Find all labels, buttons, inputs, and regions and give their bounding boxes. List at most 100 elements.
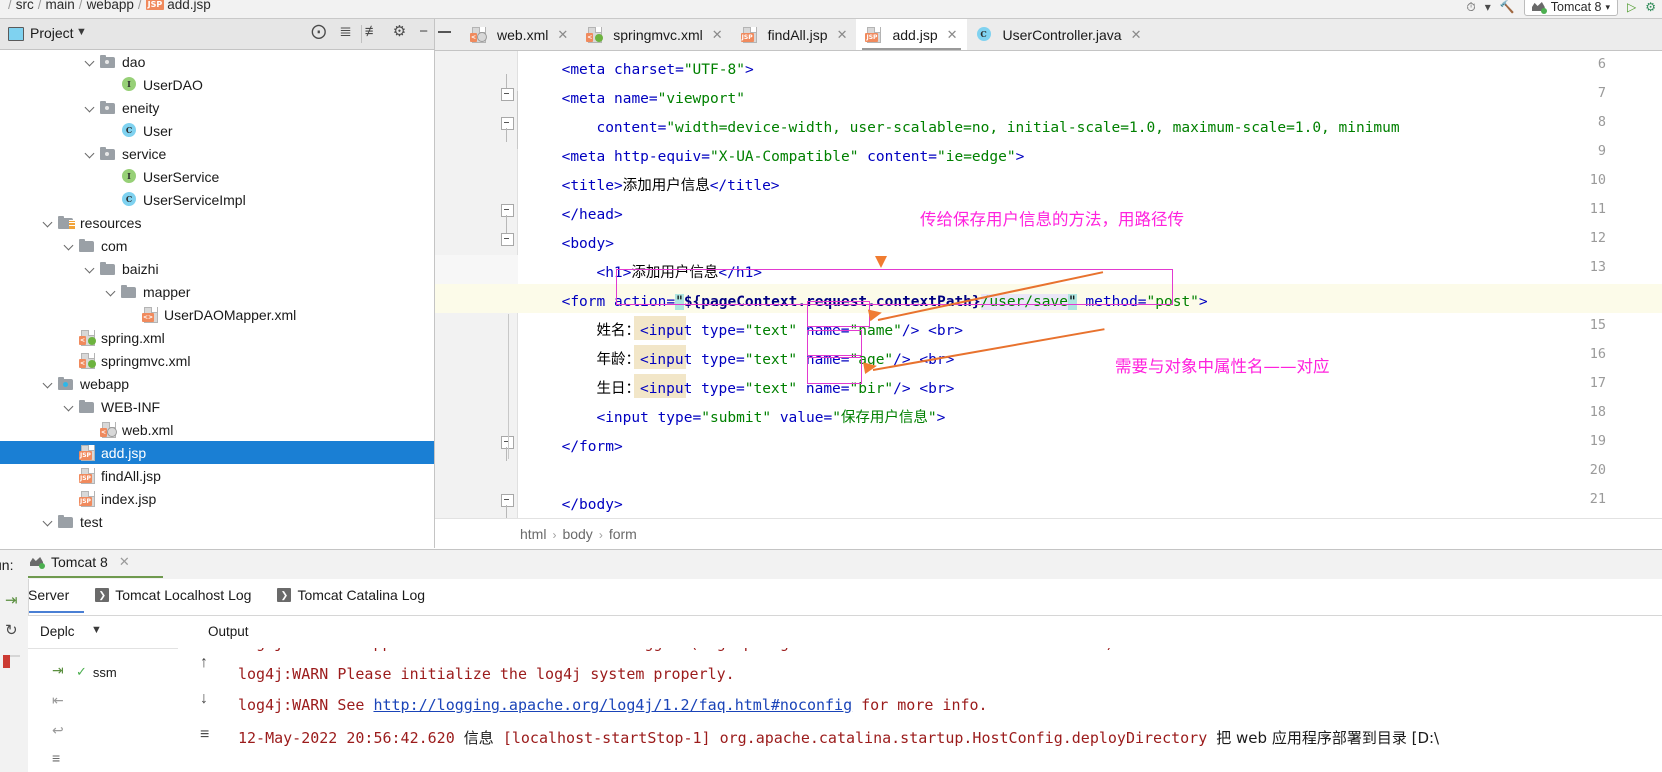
code-fold-toggle[interactable] (501, 74, 514, 101)
tree-item[interactable]: dao (0, 50, 434, 73)
build-icon[interactable]: 🔨 (1500, 0, 1515, 14)
code-line[interactable]: <meta charset="UTF-8"> (562, 56, 754, 85)
code-fold-toggle[interactable] (501, 494, 514, 518)
stop-icon[interactable] (3, 655, 10, 668)
vcs-update-icon[interactable]: ⏱ (1466, 0, 1475, 15)
deploy-run-icon[interactable]: ⇥ (52, 662, 64, 679)
breadcrumb-item[interactable]: webapp (87, 0, 134, 12)
code-fold-toggle[interactable] (501, 204, 514, 229)
breadcrumb-item[interactable]: src (16, 0, 34, 12)
editor-breadcrumb-item[interactable]: html (520, 526, 546, 542)
run-subtab[interactable]: Server (28, 587, 69, 603)
code-line[interactable]: <meta http-equiv="X-UA-Compatible" conte… (562, 143, 1025, 172)
code-line[interactable]: <body> (562, 230, 614, 259)
tree-item[interactable]: webapp (0, 372, 434, 395)
run-tab-tomcat[interactable]: Tomcat 8 ✕ (30, 554, 130, 570)
chevron-down-icon[interactable] (84, 55, 97, 68)
code-line[interactable]: <meta name="viewport" (562, 85, 745, 114)
settings-gear-icon[interactable]: ⚙ (393, 24, 406, 39)
editor-breadcrumb-item[interactable]: body (562, 526, 592, 542)
tree-item[interactable]: C User (0, 119, 434, 142)
tree-item[interactable]: C UserServiceImpl (0, 188, 434, 211)
tree-item[interactable]: mapper (0, 280, 434, 303)
chevron-down-icon[interactable] (42, 216, 55, 229)
code-line[interactable]: 年龄：<input type="text" name="age"/> <br> (596, 346, 954, 375)
code-line[interactable]: <title>添加用户信息</title> (562, 172, 780, 201)
chevron-down-icon[interactable]: ▾ (1485, 0, 1491, 14)
close-tab-icon[interactable]: ✕ (712, 27, 723, 43)
breadcrumb-item[interactable]: add.jsp (167, 0, 211, 12)
tree-item[interactable]: < spring.xml (0, 326, 434, 349)
editor-tab-active[interactable]: JSP add.jsp ✕ (856, 19, 967, 50)
restart-icon[interactable]: ↻ (5, 621, 18, 639)
code-line[interactable]: content="width=device-width, user-scalab… (596, 114, 1399, 143)
run-configuration-selector[interactable]: Tomcat 8 ▾ (1523, 0, 1618, 16)
code-line[interactable]: </body> (562, 491, 623, 518)
editor-breadcrumb[interactable]: html › body › form (520, 526, 637, 542)
code-line[interactable]: </head> (562, 201, 623, 230)
code-editor[interactable]: 678910111213141516171819202122 <meta cha… (435, 51, 1662, 518)
code-line[interactable]: <input type="submit" value="保存用户信息"> (596, 404, 945, 433)
collapse-all-icon[interactable]: ≢ (365, 24, 380, 39)
tree-item[interactable]: baizhi (0, 257, 434, 280)
tree-item[interactable]: test (0, 510, 434, 533)
deploy-back-icon[interactable]: ⇤ (52, 692, 64, 709)
tree-item[interactable]: <> UserDAOMapper.xml (0, 303, 434, 326)
tree-item[interactable]: I UserService (0, 165, 434, 188)
run-subtab[interactable]: ❯ Tomcat Localhost Log (95, 587, 251, 603)
console-output[interactable]: log4j:WARN No appenders could be found f… (238, 648, 1662, 772)
code-line[interactable]: 生日：<input type="text" name="bir"/> <br> (596, 375, 954, 404)
debug-icon[interactable]: ⚙ (1645, 0, 1656, 14)
hide-editor-icon[interactable] (438, 31, 451, 33)
code-fold-toggle[interactable] (501, 436, 514, 461)
chevron-down-icon[interactable] (42, 515, 55, 528)
close-icon[interactable]: ✕ (119, 554, 130, 570)
chevron-down-icon[interactable] (84, 147, 97, 160)
code-fold-toggle[interactable] (501, 117, 514, 142)
scroll-down-icon[interactable]: ↓ (200, 690, 208, 708)
breadcrumb-item[interactable]: main (46, 0, 75, 12)
editor-tab[interactable]: C UserController.java ✕ (967, 19, 1151, 50)
tree-item[interactable]: JSP findAll.jsp (0, 464, 434, 487)
chevron-down-icon[interactable] (84, 262, 97, 275)
code-line[interactable]: 姓名：<input type="text" name="name"/> <br> (596, 317, 963, 346)
chevron-down-icon[interactable] (84, 101, 97, 114)
run-icon[interactable]: ▷ (1627, 0, 1636, 14)
chevron-down-icon[interactable]: ▼ (91, 624, 102, 636)
tree-item[interactable]: I UserDAO (0, 73, 434, 96)
chevron-down-icon[interactable] (105, 285, 118, 298)
close-tab-icon[interactable]: ✕ (557, 27, 568, 43)
editor-tab[interactable]: < web.xml ✕ (461, 19, 577, 50)
hide-panel-icon[interactable]: − (419, 24, 428, 39)
rerun-icon[interactable]: ⇥ (5, 591, 18, 609)
tree-item[interactable]: < springmvc.xml (0, 349, 434, 372)
tree-item[interactable]: WEB-INF (0, 395, 434, 418)
code-fold-toggle[interactable] (501, 219, 514, 246)
expand-all-icon[interactable]: ≣ (339, 24, 352, 39)
scroll-up-icon[interactable]: ↑ (200, 654, 208, 672)
close-tab-icon[interactable]: ✕ (1131, 27, 1142, 43)
run-subtab[interactable]: ❯ Tomcat Catalina Log (277, 587, 425, 603)
deploy-menu-icon[interactable]: ≡ (52, 750, 60, 766)
console-link[interactable]: http://logging.apache.org/log4j/1.2/faq.… (373, 696, 852, 714)
chevron-down-icon[interactable] (63, 239, 76, 252)
editor-tab[interactable]: JSP findAll.jsp ✕ (732, 19, 857, 50)
code-line[interactable]: </form> (562, 433, 623, 462)
deploy-undo-icon[interactable]: ↩ (52, 722, 64, 739)
tree-item[interactable]: resources (0, 211, 434, 234)
tree-item[interactable]: JSP index.jsp (0, 487, 434, 510)
soft-wrap-icon[interactable]: ≡ (200, 726, 209, 744)
project-tree[interactable]: dao I UserDAO eneity C User service I UserServic… (0, 50, 434, 548)
close-tab-icon[interactable]: ✕ (947, 27, 958, 43)
tree-item[interactable]: < web.xml (0, 418, 434, 441)
editor-breadcrumb-item[interactable]: form (609, 526, 637, 542)
editor-tab[interactable]: < springmvc.xml ✕ (577, 19, 731, 50)
chevron-down-icon[interactable] (63, 400, 76, 413)
deployment-artifact-item[interactable]: ✓ ssm (76, 664, 117, 680)
chevron-down-icon[interactable] (42, 377, 55, 390)
chevron-down-icon[interactable]: ▼ (76, 26, 87, 38)
tree-item-selected[interactable]: JSP add.jsp (0, 441, 434, 464)
tree-item[interactable]: service (0, 142, 434, 165)
tree-item[interactable]: eneity (0, 96, 434, 119)
tree-item[interactable]: com (0, 234, 434, 257)
